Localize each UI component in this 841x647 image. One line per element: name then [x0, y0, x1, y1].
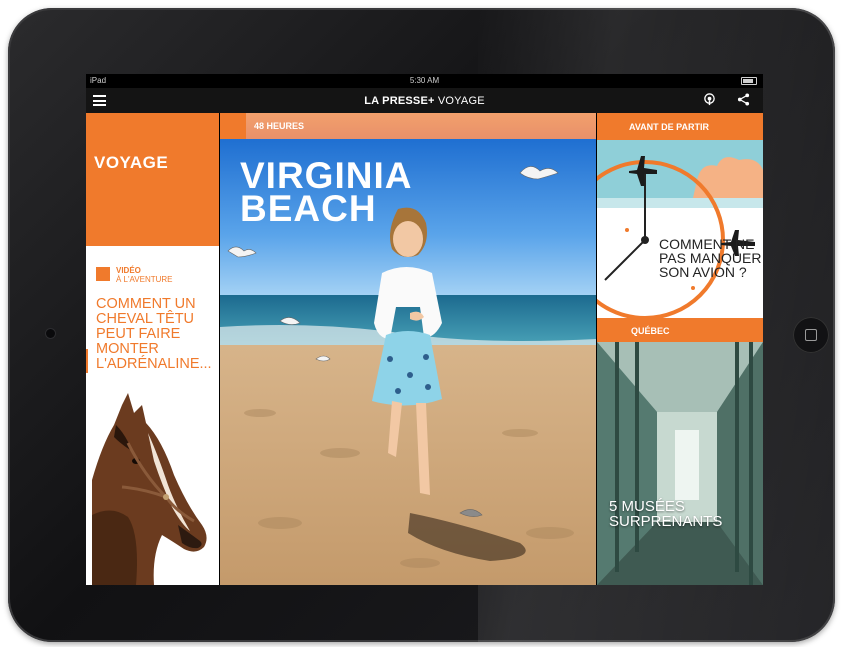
top-navbar: LA PRESSE+ VOYAGE — [86, 88, 763, 113]
brand-title: LA PRESSE+ VOYAGE — [86, 95, 763, 107]
museums-headline-line1: 5 MUSÉES — [609, 498, 685, 515]
museums-headline-line2: SURPRENANTS — [609, 513, 723, 530]
section-tile-voyage[interactable]: VOYAGE — [86, 113, 219, 246]
section-label-avant-de-partir: AVANT DE PARTIR — [597, 113, 763, 140]
app-screen: iPad 5:30 AM LA PRESSE+ VOYAGE VOYAGE VI… — [86, 74, 763, 585]
brand-name: LA PRESSE+ — [364, 95, 435, 107]
museums-article-headline: 5 MUSÉES SURPRENANTS — [609, 499, 722, 529]
left-column: VOYAGE VIDÉO À L'AVENTURE COMMENT UN CHE… — [86, 113, 219, 585]
clock-illustration — [597, 140, 763, 320]
home-button[interactable] — [793, 317, 829, 353]
home-button-icon — [805, 329, 817, 341]
share-icon[interactable] — [737, 93, 750, 106]
corridor-photo — [597, 342, 763, 585]
feature-title-line2: BEACH — [240, 188, 377, 229]
section-label-48h: 48 HEURES — [220, 113, 596, 139]
section-label-quebec: QUÉBEC — [597, 318, 763, 342]
section-label-text: QUÉBEC — [631, 326, 670, 336]
feature-title: VIRGINIA BEACH — [240, 157, 412, 229]
right-column: AVANT DE PARTIR COMMENT NE PAS MANQUER S… — [597, 113, 763, 585]
airplane-article-headline: COMMENT NE PAS MANQUER SON AVION ? — [659, 236, 762, 280]
airplane-article[interactable]: COMMENT NE PAS MANQUER SON AVION ? — [597, 140, 763, 320]
label-square — [220, 113, 246, 139]
status-time: 5:30 AM — [409, 76, 440, 85]
section-label-text: AVANT DE PARTIR — [629, 122, 709, 132]
video-tag-square — [96, 267, 110, 281]
horse-article-headline[interactable]: COMMENT UN CHEVAL TÊTU PEUT FAIRE MONTER… — [96, 297, 218, 372]
horse-photo[interactable] — [92, 385, 219, 585]
podcast-icon[interactable] — [703, 93, 716, 106]
front-camera — [46, 329, 55, 338]
battery-icon — [741, 77, 757, 85]
museums-article[interactable]: 5 MUSÉES SURPRENANTS — [597, 342, 763, 585]
feature-virginia-beach[interactable]: 48 HEURES VIRGINIA BEACH — [220, 113, 596, 585]
section-label-text: 48 HEURES — [254, 121, 305, 131]
section-tile-label: VOYAGE — [94, 153, 169, 172]
video-tag-title: VIDÉO — [116, 266, 141, 275]
status-bar: iPad 5:30 AM — [86, 74, 763, 88]
video-tag-subtitle: À L'AVENTURE — [116, 275, 173, 284]
brand-section: VOYAGE — [437, 95, 485, 107]
active-marker — [86, 349, 88, 373]
